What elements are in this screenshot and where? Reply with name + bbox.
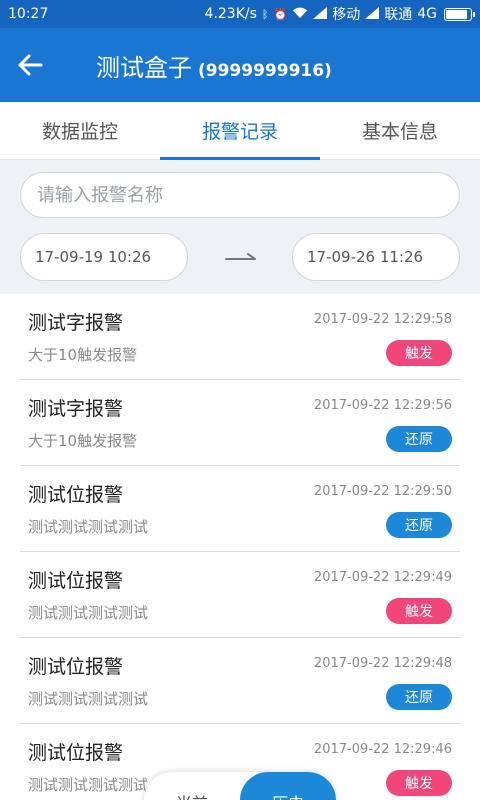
page-title: 测试盒子 (9999999916) (96, 48, 332, 83)
status-time: 10:27 (8, 6, 49, 22)
wifi-icon (292, 7, 308, 22)
status-badge: 触发 (386, 598, 452, 624)
alarm-time: 2017-09-22 12:29:46 (313, 742, 452, 757)
current-history-toggle: 当前 历史 (144, 772, 336, 800)
toggle-history-button[interactable]: 历史 (240, 772, 336, 800)
status-badge: 还原 (386, 426, 452, 452)
tab-basic-info[interactable]: 基本信息 (320, 102, 480, 159)
tab-bar: 数据监控 报警记录 基本信息 (0, 102, 480, 160)
signal-icon-2 (365, 6, 380, 22)
alarm-item[interactable]: 测试字报警 2017-09-22 12:29:56 大于10触发报警 还原 (20, 380, 460, 466)
alarm-item[interactable]: 测试位报警 2017-09-22 12:29:49 测试测试测试测试 触发 (20, 552, 460, 638)
battery-icon (444, 7, 475, 21)
alarm-clock-icon: ⏰ (273, 7, 288, 21)
alarm-description: 测试测试测试测试 (28, 690, 149, 708)
network-type: 4G (417, 6, 437, 22)
carrier-1: 移动 (332, 7, 361, 23)
status-bar: 10:27 4.23K/s ᛒ ⏰ 移动 联通 4G (0, 0, 480, 28)
alarm-time: 2017-09-22 12:29:49 (313, 570, 452, 585)
signal-icon (313, 6, 328, 22)
carrier-2: 联通 (384, 7, 413, 23)
start-date-field[interactable]: 17-09-19 10:26 (20, 233, 188, 281)
alarm-time: 2017-09-22 12:29:50 (313, 484, 452, 499)
alarm-title: 测试位报警 (28, 742, 124, 764)
alarm-description: 大于10触发报警 (28, 432, 138, 450)
battery-level (446, 9, 468, 19)
tab-data-monitor[interactable]: 数据监控 (0, 102, 160, 159)
end-date-field[interactable]: 17-09-26 11:26 (292, 233, 460, 281)
tab-alarm-records[interactable]: 报警记录 (160, 102, 320, 160)
alarm-name-search-input[interactable] (20, 172, 460, 218)
alarm-description: 测试测试测试测试 (28, 776, 149, 794)
toggle-current-button[interactable]: 当前 (144, 772, 240, 800)
device-name: 测试盒子 (96, 53, 192, 82)
bluetooth-icon: ᛒ (261, 7, 269, 21)
device-id: (9999999916) (198, 60, 332, 81)
alarm-item[interactable]: 测试字报警 2017-09-22 12:29:58 大于10触发报警 触发 (20, 294, 460, 380)
status-badge: 还原 (386, 684, 452, 710)
alarm-item[interactable]: 测试位报警 2017-09-22 12:29:50 测试测试测试测试 还原 (20, 466, 460, 552)
app-bar: 测试盒子 (9999999916) (0, 28, 480, 102)
alarm-time: 2017-09-22 12:29:58 (313, 312, 452, 327)
alarm-item[interactable]: 测试位报警 2017-09-22 12:29:48 测试测试测试测试 还原 (20, 638, 460, 724)
alarm-title: 测试字报警 (28, 398, 124, 420)
filter-area: 17-09-19 10:26 17-09-26 11:26 (0, 160, 480, 294)
status-badge: 还原 (386, 512, 452, 538)
alarm-description: 测试测试测试测试 (28, 518, 149, 536)
alarm-title: 测试位报警 (28, 484, 124, 506)
network-speed: 4.23K/s (204, 6, 257, 22)
range-arrow-icon (225, 253, 256, 260)
alarm-time: 2017-09-22 12:29:48 (313, 656, 452, 671)
alarm-time: 2017-09-22 12:29:56 (313, 398, 452, 413)
status-badge: 触发 (386, 770, 452, 796)
alarm-description: 大于10触发报警 (28, 346, 138, 364)
alarm-title: 测试位报警 (28, 656, 124, 678)
status-badge: 触发 (386, 340, 452, 366)
alarm-title: 测试位报警 (28, 570, 124, 592)
alarm-description: 测试测试测试测试 (28, 604, 149, 622)
alarm-list: 测试字报警 2017-09-22 12:29:58 大于10触发报警 触发 测试… (0, 294, 480, 800)
alarm-title: 测试字报警 (28, 312, 124, 334)
back-arrow-icon[interactable] (0, 28, 60, 102)
